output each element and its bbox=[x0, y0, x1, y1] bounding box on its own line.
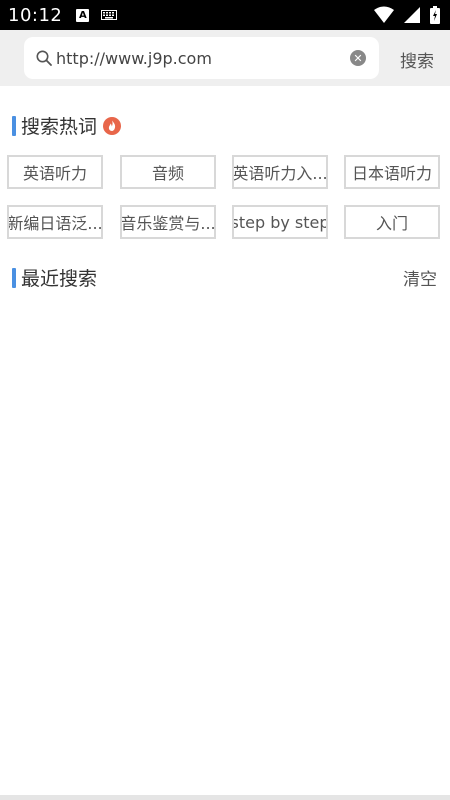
hot-tag[interactable]: 新编日语泛... bbox=[7, 205, 103, 239]
accent-bar bbox=[12, 267, 16, 288]
clock: 10:12 bbox=[8, 4, 63, 26]
hot-tag[interactable]: 音乐鉴赏与... bbox=[120, 205, 216, 239]
keyboard-icon bbox=[101, 10, 118, 20]
wifi-icon bbox=[374, 6, 394, 23]
search-header: ✕ 搜索 bbox=[0, 30, 450, 86]
hot-words-title: 搜索热词 bbox=[21, 116, 98, 138]
search-button[interactable]: 搜索 bbox=[400, 47, 434, 72]
status-bar: 10:12 A bbox=[0, 0, 450, 30]
hot-tag[interactable]: 音频 bbox=[120, 155, 216, 189]
battery-icon bbox=[430, 6, 440, 24]
search-icon bbox=[36, 50, 52, 66]
hot-tag[interactable]: step by step bbox=[232, 205, 328, 239]
signal-icon bbox=[404, 7, 420, 23]
recent-searches-title: 最近搜索 bbox=[21, 268, 98, 290]
clear-history-button[interactable]: 清空 bbox=[403, 265, 437, 290]
search-box[interactable]: ✕ bbox=[24, 37, 379, 79]
a-notification-icon: A bbox=[76, 8, 90, 22]
hot-words-heading: 搜索热词 bbox=[12, 112, 122, 139]
hot-tag[interactable]: 入门 bbox=[344, 205, 440, 239]
search-input[interactable] bbox=[56, 48, 336, 68]
hot-tag[interactable]: 英语听力 bbox=[7, 155, 103, 189]
hot-tag[interactable]: 英语听力入... bbox=[232, 155, 328, 189]
fire-icon bbox=[103, 116, 122, 135]
accent-bar bbox=[12, 115, 16, 136]
hot-tag[interactable]: 日本语听力 bbox=[344, 155, 440, 189]
clear-input-icon[interactable]: ✕ bbox=[350, 50, 366, 66]
recent-searches-heading: 最近搜索 bbox=[12, 264, 97, 291]
bottom-divider bbox=[0, 795, 450, 800]
